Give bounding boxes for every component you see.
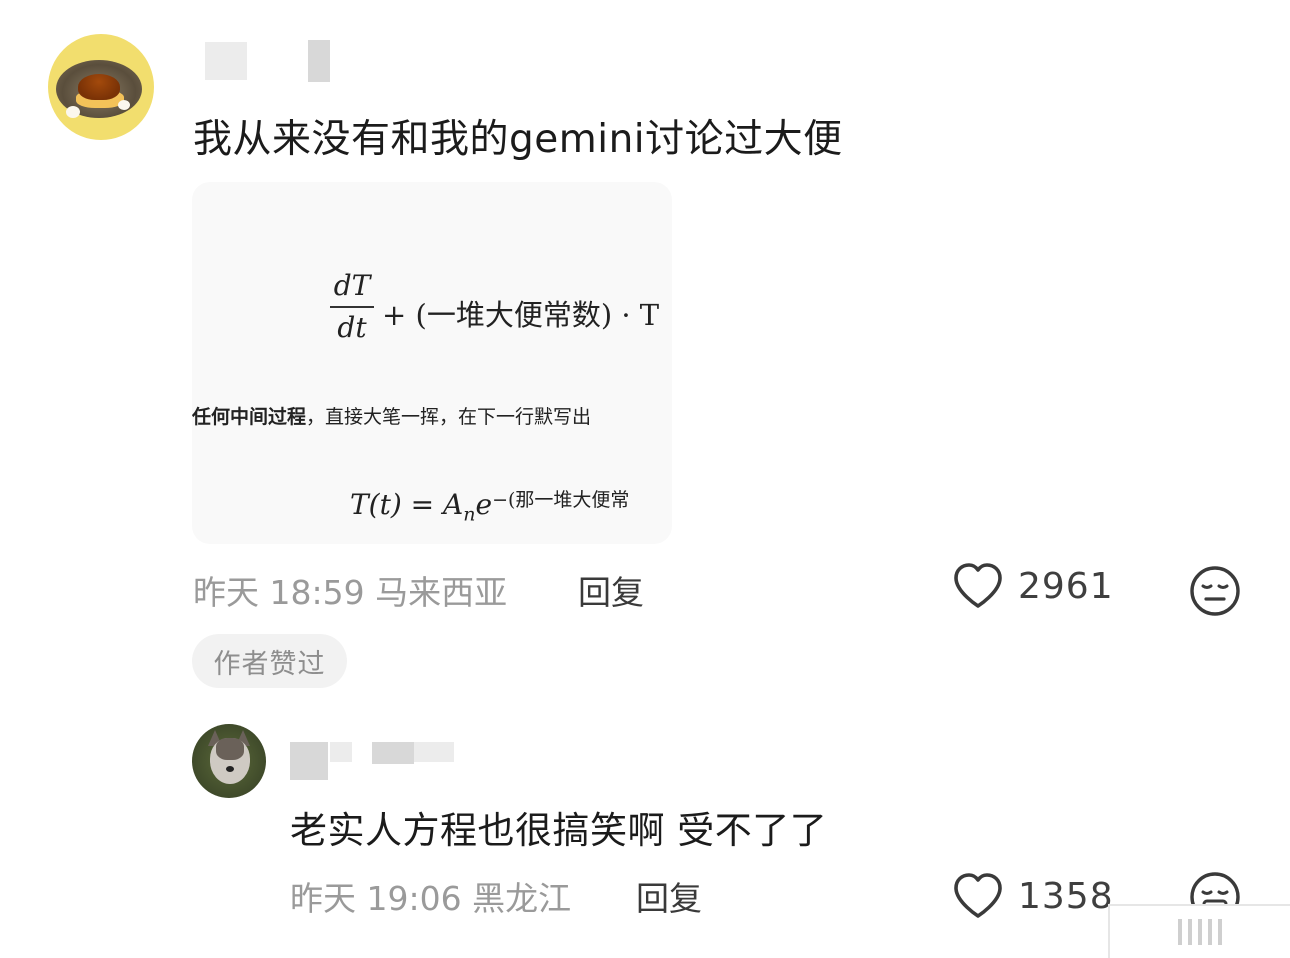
image-caption-bold: 任何中间过程 [192,406,307,428]
solution-subscript: n [463,503,476,526]
solution-base: T(t) = A [350,488,464,521]
reply-location: 黑龙江 [472,879,572,918]
like-count: 2961 [1018,565,1114,607]
like-button[interactable]: 1358 [952,872,1114,920]
reply-meta: 昨天 19:06 黑龙江 [290,872,571,920]
username-blurred[interactable] [308,40,330,82]
fraction-bar [330,306,374,308]
avatar[interactable] [48,34,154,140]
comment-meta: 昨天 18:59 马来西亚 [193,566,507,614]
solution-exponent: −(那一堆大便常 [492,489,630,511]
watermark [1108,904,1290,958]
fraction-numerator: dT [333,269,371,302]
heart-outline-icon [954,873,1002,918]
watermark-bar [1178,919,1182,945]
reply-text: 老实人方程也很搞笑啊 受不了了 [290,809,828,852]
fraction: dT dt [330,268,374,346]
username-blurred[interactable] [290,742,328,780]
like-button[interactable]: 2961 [952,562,1114,610]
comment-thread: 我从来没有和我的gemini讨论过大便 dT dt + (一堆大便常数) · T… [0,0,1290,958]
author-liked-badge: 作者赞过 [192,634,347,688]
username-blurred[interactable] [330,742,352,762]
reply-button[interactable]: 回复 [578,566,644,614]
username-blurred[interactable] [372,742,414,764]
watermark-bar [1218,919,1222,945]
equation-rest: + (一堆大便常数) · T [382,298,660,332]
username-blurred[interactable] [205,42,247,80]
comment-image[interactable]: dT dt + (一堆大便常数) · T 任何中间过程，直接大笔一挥，在下一行默… [192,182,672,544]
comment-time: 昨天 18:59 [193,573,365,612]
avatar-pudding-top [78,74,120,100]
fraction-denominator: dt [337,311,367,344]
avatar-cream [118,100,130,110]
avatar[interactable] [192,724,266,798]
like-count: 1358 [1018,875,1114,917]
watermark-bar [1208,919,1212,945]
neutral-face-icon[interactable] [1188,564,1242,618]
image-caption-rest: ，直接大笔一挥，在下一行默写出 [306,406,592,428]
solution-exp-base: e [475,488,493,521]
image-caption: 任何中间过程，直接大笔一挥，在下一行默写出 [192,402,591,429]
comment-location: 马来西亚 [375,573,508,612]
username-blurred[interactable] [414,742,454,762]
reply-button[interactable]: 回复 [636,872,702,920]
avatar-dog-mask [216,738,244,760]
heart-outline-icon [954,563,1002,608]
avatar-dog-nose [226,766,234,772]
comment-text: 我从来没有和我的gemini讨论过大便 [193,117,843,162]
watermark-bar [1198,919,1202,945]
solution-equation: T(t) = Ane−(那一堆大便常 [350,488,629,526]
reply-time: 昨天 19:06 [290,879,462,918]
watermark-bar [1188,919,1192,945]
avatar-cream [66,106,80,118]
